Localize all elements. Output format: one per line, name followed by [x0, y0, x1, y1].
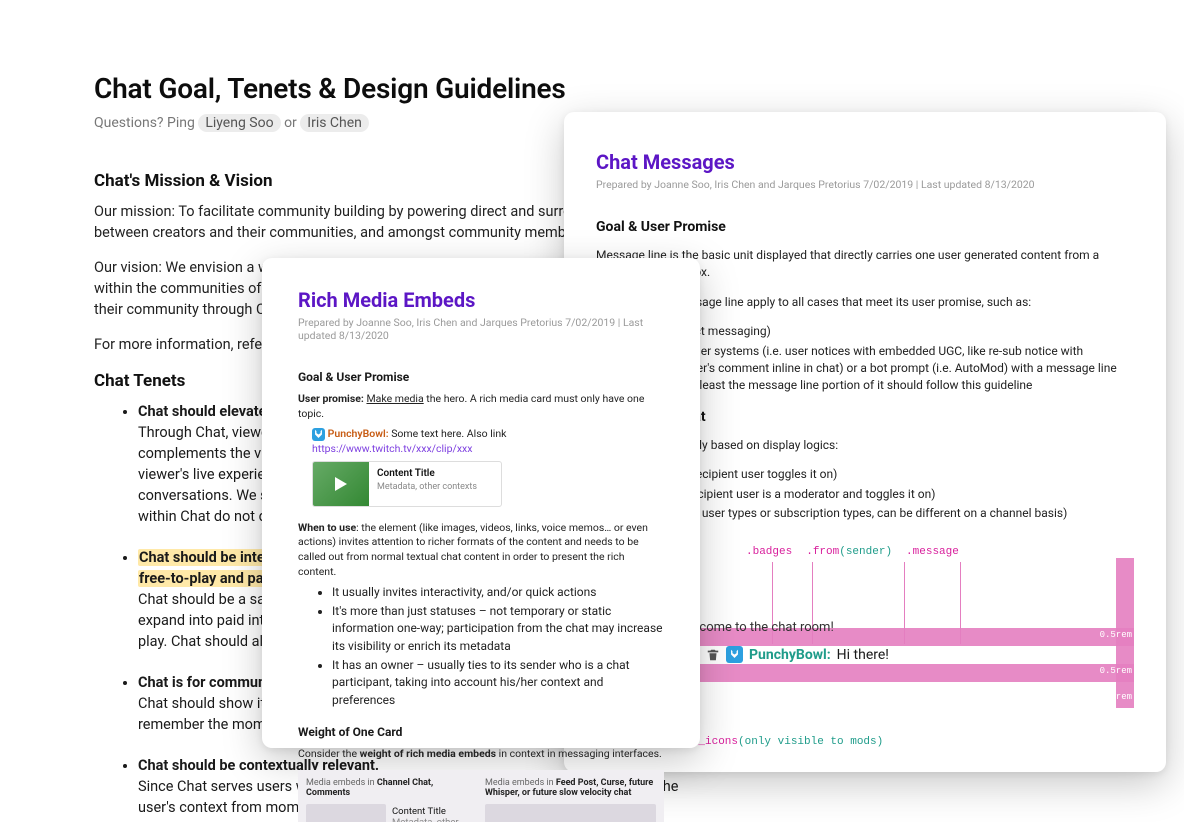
anatomy-label-bottom: .mod_icons(only visible to mods) [672, 736, 883, 748]
doc-title: Chat Messages [596, 150, 1134, 174]
chat-message-line: PunchyBowl: Hi there! [666, 646, 1124, 663]
chat-text: Hi there! [837, 647, 889, 663]
chat-username: PunchyBowl: [749, 647, 831, 663]
paragraph: Consider the weight of rich media embeds… [298, 747, 664, 762]
sample-chat-line: PunchyBowl: Some text here. Also link ht… [298, 427, 664, 506]
link[interactable]: Make media [366, 392, 423, 405]
placeholder-large [485, 804, 656, 822]
user-promise: User promise: Make media the hero. A ric… [298, 392, 664, 421]
doc-meta: Prepared by Joanne Soo, Iris Chen and Ja… [298, 316, 664, 342]
thumbnail [313, 462, 369, 506]
badge-icon [726, 646, 743, 663]
link[interactable]: https://www.twitch.tv/xxx/clip/xxx [312, 442, 472, 455]
doc-meta: Prepared by Joanne Soo, Iris Chen and Ja… [596, 178, 1134, 191]
embed-card[interactable]: Content Title Metadata, other contexts [312, 461, 502, 507]
section-heading: Weight of One Card [298, 725, 664, 739]
rich-media-doc: Rich Media Embeds Prepared by Joanne Soo… [262, 258, 700, 748]
badge-icon [312, 428, 325, 441]
when-list: It usually invites interactivity, and/or… [298, 584, 664, 710]
doc-title: Rich Media Embeds [298, 288, 664, 312]
weight-comparison: Media embeds in Channel Chat, Comments C… [298, 770, 664, 822]
author-chip[interactable]: Liyeng Soo [198, 114, 280, 132]
author-chip[interactable]: Iris Chen [300, 114, 369, 132]
when-to-use: When to use: the element (like images, v… [298, 521, 664, 580]
placeholder-thumb [306, 804, 386, 822]
doc-title: Chat Goal, Tenets & Design Guidelines [94, 72, 718, 105]
trash-icon [706, 648, 720, 662]
section-heading: Goal & User Promise [596, 219, 1134, 235]
system-message: Welcome to the chat room! [678, 620, 834, 635]
section-heading: Goal & User Promise [298, 370, 664, 384]
anatomy-labels: .badges .from(sender) .message [746, 546, 959, 558]
